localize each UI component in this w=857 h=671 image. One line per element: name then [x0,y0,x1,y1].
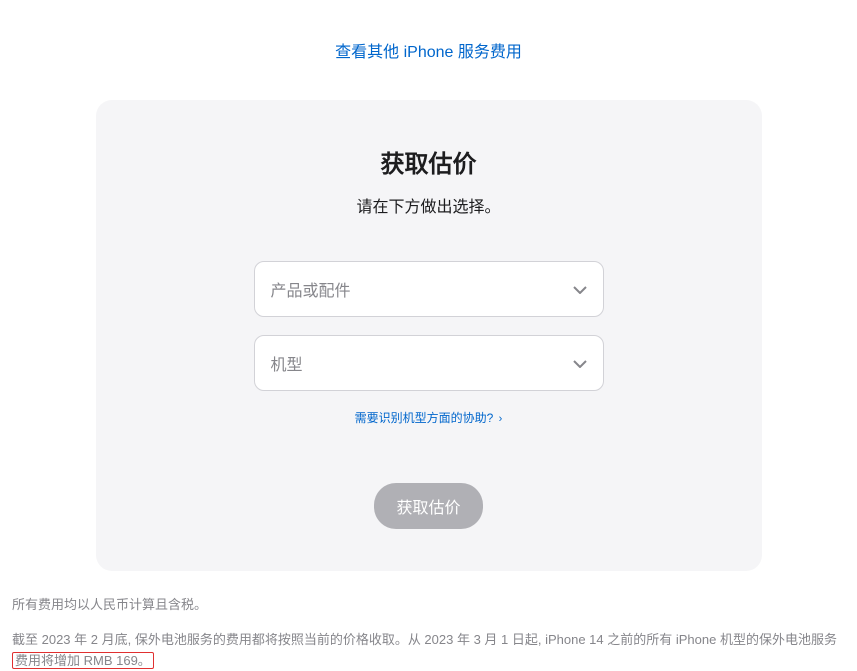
card-title: 获取估价 [136,144,722,179]
chevron-right-icon: › [499,413,503,425]
get-estimate-button[interactable]: 获取估价 [374,483,482,529]
identify-model-help-link[interactable]: 需要识别机型方面的协助? › [355,411,503,425]
model-select[interactable]: 机型 [254,335,604,391]
help-link-text: 需要识别机型方面的协助? [355,411,494,425]
help-link-row: 需要识别机型方面的协助? › [136,409,722,427]
disclaimer-line-1: 所有费用均以人民币计算且含税。 [12,595,845,616]
highlighted-price-change: 费用将增加 RMB 169。 [12,652,154,669]
other-services-link[interactable]: 查看其他 iPhone 服务费用 [335,44,522,61]
product-select-wrapper: 产品或配件 [254,261,604,317]
estimate-card: 获取估价 请在下方做出选择。 产品或配件 机型 需要识别机型方面的协助? › 获… [96,100,762,571]
disclaimer-line-2-text: 截至 2023 年 2 月底, 保外电池服务的费用都将按照当前的价格收取。从 2… [12,632,837,647]
model-select-wrapper: 机型 [254,335,604,391]
chevron-down-icon [573,281,587,297]
chevron-down-icon [573,355,587,371]
card-subtitle: 请在下方做出选择。 [136,193,722,217]
product-select[interactable]: 产品或配件 [254,261,604,317]
disclaimer-line-2: 截至 2023 年 2 月底, 保外电池服务的费用都将按照当前的价格收取。从 2… [12,630,845,671]
top-link-row: 查看其他 iPhone 服务费用 [0,0,857,100]
product-select-placeholder: 产品或配件 [271,277,351,301]
disclaimer-section: 所有费用均以人民币计算且含税。 截至 2023 年 2 月底, 保外电池服务的费… [0,571,857,671]
model-select-placeholder: 机型 [271,351,303,375]
